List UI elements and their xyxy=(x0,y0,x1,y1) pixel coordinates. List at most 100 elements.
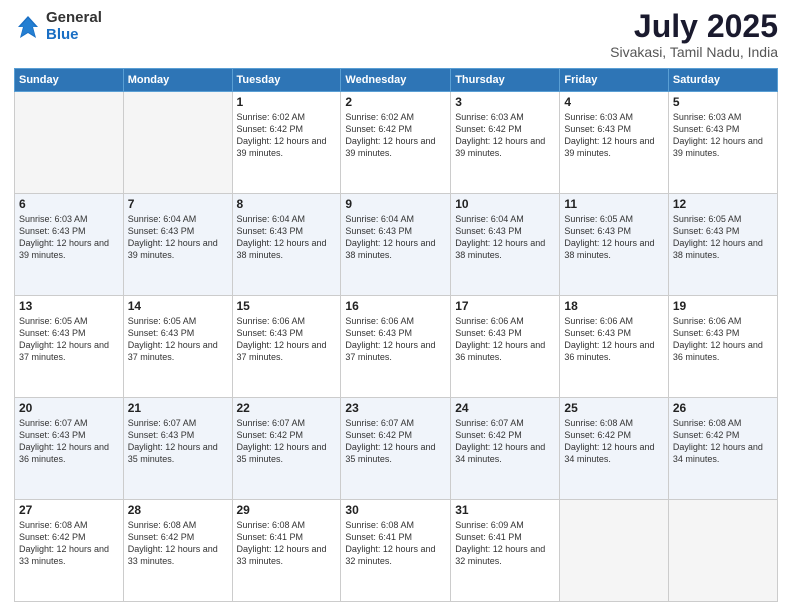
day-number: 28 xyxy=(128,503,228,517)
calendar-cell xyxy=(123,92,232,194)
calendar-week-row: 27 Sunrise: 6:08 AMSunset: 6:42 PMDayligh… xyxy=(15,500,778,602)
weekday-header: Tuesday xyxy=(232,69,341,92)
calendar-cell: 7 Sunrise: 6:04 AMSunset: 6:43 PMDaylight… xyxy=(123,194,232,296)
day-info: Sunrise: 6:06 AMSunset: 6:43 PMDaylight:… xyxy=(455,315,555,364)
logo-blue: Blue xyxy=(46,27,102,44)
day-info: Sunrise: 6:07 AMSunset: 6:43 PMDaylight:… xyxy=(128,417,228,466)
calendar-week-row: 20 Sunrise: 6:07 AMSunset: 6:43 PMDayligh… xyxy=(15,398,778,500)
day-info: Sunrise: 6:02 AMSunset: 6:42 PMDaylight:… xyxy=(345,111,446,160)
weekday-header: Saturday xyxy=(668,69,777,92)
calendar-table: SundayMondayTuesdayWednesdayThursdayFrid… xyxy=(14,68,778,602)
calendar-cell: 23Sunrise: 6:07 AMSunset: 6:42 PMDayligh… xyxy=(341,398,451,500)
day-number: 30 xyxy=(345,503,446,517)
calendar-cell: 8Sunrise: 6:04 AMSunset: 6:43 PMDaylight… xyxy=(232,194,341,296)
day-info: Sunrise: 6:03 AMSunset: 6:42 PMDaylight:… xyxy=(455,111,555,160)
calendar-cell: 5 Sunrise: 6:03 AMSunset: 6:43 PMDaylight… xyxy=(668,92,777,194)
title-section: July 2025 Sivakasi, Tamil Nadu, India xyxy=(610,10,778,60)
day-number: 26 xyxy=(673,401,773,415)
calendar-cell: 12Sunrise: 6:05 AMSunset: 6:43 PMDayligh… xyxy=(668,194,777,296)
day-info: Sunrise: 6:05 AMSunset: 6:43 PMDaylight:… xyxy=(128,315,228,364)
weekday-header: Friday xyxy=(560,69,668,92)
header: General Blue July 2025 Sivakasi, Tamil N… xyxy=(14,10,778,60)
calendar-cell: 26 Sunrise: 6:08 AMSunset: 6:42 PMDayligh… xyxy=(668,398,777,500)
calendar-week-row: 6Sunrise: 6:03 AMSunset: 6:43 PMDaylight… xyxy=(15,194,778,296)
calendar-cell: 13 Sunrise: 6:05 AMSunset: 6:43 PMDayligh… xyxy=(15,296,124,398)
day-number: 1 xyxy=(237,95,337,109)
calendar-cell: 27 Sunrise: 6:08 AMSunset: 6:42 PMDayligh… xyxy=(15,500,124,602)
calendar-cell: 9Sunrise: 6:04 AMSunset: 6:43 PMDaylight… xyxy=(341,194,451,296)
location: Sivakasi, Tamil Nadu, India xyxy=(610,44,778,60)
day-info: Sunrise: 6:06 AMSunset: 6:43 PMDaylight:… xyxy=(564,315,663,364)
day-info: Sunrise: 6:05 AMSunset: 6:43 PMDaylight:… xyxy=(19,315,119,364)
calendar-cell xyxy=(560,500,668,602)
day-number: 3 xyxy=(455,95,555,109)
calendar-cell: 30 Sunrise: 6:08 AMSunset: 6:41 PMDayligh… xyxy=(341,500,451,602)
day-info: Sunrise: 6:04 AMSunset: 6:43 PMDaylight:… xyxy=(237,213,337,262)
day-number: 5 xyxy=(673,95,773,109)
calendar-cell: 16Sunrise: 6:06 AMSunset: 6:43 PMDayligh… xyxy=(341,296,451,398)
day-number: 10 xyxy=(455,197,555,211)
day-number: 17 xyxy=(455,299,555,313)
day-number: 14 xyxy=(128,299,228,313)
calendar-cell: 10 Sunrise: 6:04 AMSunset: 6:43 PMDayligh… xyxy=(451,194,560,296)
day-info: Sunrise: 6:03 AMSunset: 6:43 PMDaylight:… xyxy=(564,111,663,160)
day-info: Sunrise: 6:06 AMSunset: 6:43 PMDaylight:… xyxy=(673,315,773,364)
day-number: 2 xyxy=(345,95,446,109)
calendar-cell: 4Sunrise: 6:03 AMSunset: 6:43 PMDaylight… xyxy=(560,92,668,194)
calendar-cell: 14 Sunrise: 6:05 AMSunset: 6:43 PMDayligh… xyxy=(123,296,232,398)
day-info: Sunrise: 6:08 AMSunset: 6:42 PMDaylight:… xyxy=(673,417,773,466)
weekday-header: Wednesday xyxy=(341,69,451,92)
day-number: 18 xyxy=(564,299,663,313)
day-number: 9 xyxy=(345,197,446,211)
day-info: Sunrise: 6:08 AMSunset: 6:41 PMDaylight:… xyxy=(237,519,337,568)
weekday-header-row: SundayMondayTuesdayWednesdayThursdayFrid… xyxy=(15,69,778,92)
day-info: Sunrise: 6:08 AMSunset: 6:41 PMDaylight:… xyxy=(345,519,446,568)
day-info: Sunrise: 6:03 AMSunset: 6:43 PMDaylight:… xyxy=(19,213,119,262)
day-number: 29 xyxy=(237,503,337,517)
day-number: 21 xyxy=(128,401,228,415)
day-number: 7 xyxy=(128,197,228,211)
day-number: 11 xyxy=(564,197,663,211)
day-info: Sunrise: 6:08 AMSunset: 6:42 PMDaylight:… xyxy=(564,417,663,466)
calendar-cell: 24 Sunrise: 6:07 AMSunset: 6:42 PMDayligh… xyxy=(451,398,560,500)
weekday-header: Monday xyxy=(123,69,232,92)
logo: General Blue xyxy=(14,10,102,43)
logo-text: General Blue xyxy=(46,10,102,43)
calendar-cell: 21 Sunrise: 6:07 AMSunset: 6:43 PMDayligh… xyxy=(123,398,232,500)
page: General Blue July 2025 Sivakasi, Tamil N… xyxy=(0,0,792,612)
calendar-cell: 17 Sunrise: 6:06 AMSunset: 6:43 PMDayligh… xyxy=(451,296,560,398)
day-info: Sunrise: 6:08 AMSunset: 6:42 PMDaylight:… xyxy=(19,519,119,568)
calendar-week-row: 1 Sunrise: 6:02 AMSunset: 6:42 PMDaylight… xyxy=(15,92,778,194)
calendar-cell: 6Sunrise: 6:03 AMSunset: 6:43 PMDaylight… xyxy=(15,194,124,296)
calendar-cell: 1Sunrise: 6:02 AMSunset: 6:42 PMDaylight… xyxy=(232,92,341,194)
calendar-cell: 22Sunrise: 6:07 AMSunset: 6:42 PMDayligh… xyxy=(232,398,341,500)
day-number: 15 xyxy=(237,299,337,313)
day-number: 22 xyxy=(237,401,337,415)
day-info: Sunrise: 6:04 AMSunset: 6:43 PMDaylight:… xyxy=(128,213,228,262)
weekday-header: Thursday xyxy=(451,69,560,92)
day-info: Sunrise: 6:06 AMSunset: 6:43 PMDaylight:… xyxy=(237,315,337,364)
day-number: 27 xyxy=(19,503,119,517)
calendar-cell: 11Sunrise: 6:05 AMSunset: 6:43 PMDayligh… xyxy=(560,194,668,296)
calendar-cell xyxy=(15,92,124,194)
calendar-cell: 3 Sunrise: 6:03 AMSunset: 6:42 PMDaylight… xyxy=(451,92,560,194)
day-info: Sunrise: 6:04 AMSunset: 6:43 PMDaylight:… xyxy=(455,213,555,262)
calendar-cell: 2 Sunrise: 6:02 AMSunset: 6:42 PMDaylight… xyxy=(341,92,451,194)
day-number: 12 xyxy=(673,197,773,211)
calendar-week-row: 13 Sunrise: 6:05 AMSunset: 6:43 PMDayligh… xyxy=(15,296,778,398)
day-info: Sunrise: 6:07 AMSunset: 6:43 PMDaylight:… xyxy=(19,417,119,466)
calendar-cell: 25Sunrise: 6:08 AMSunset: 6:42 PMDayligh… xyxy=(560,398,668,500)
calendar-cell xyxy=(668,500,777,602)
day-info: Sunrise: 6:07 AMSunset: 6:42 PMDaylight:… xyxy=(455,417,555,466)
calendar-cell: 18 Sunrise: 6:06 AMSunset: 6:43 PMDayligh… xyxy=(560,296,668,398)
day-info: Sunrise: 6:08 AMSunset: 6:42 PMDaylight:… xyxy=(128,519,228,568)
day-number: 13 xyxy=(19,299,119,313)
logo-icon xyxy=(14,13,42,41)
calendar-cell: 15 Sunrise: 6:06 AMSunset: 6:43 PMDayligh… xyxy=(232,296,341,398)
day-number: 20 xyxy=(19,401,119,415)
day-info: Sunrise: 6:03 AMSunset: 6:43 PMDaylight:… xyxy=(673,111,773,160)
day-info: Sunrise: 6:06 AMSunset: 6:43 PMDaylight:… xyxy=(345,315,446,364)
day-number: 24 xyxy=(455,401,555,415)
day-number: 23 xyxy=(345,401,446,415)
calendar-cell: 28 Sunrise: 6:08 AMSunset: 6:42 PMDayligh… xyxy=(123,500,232,602)
